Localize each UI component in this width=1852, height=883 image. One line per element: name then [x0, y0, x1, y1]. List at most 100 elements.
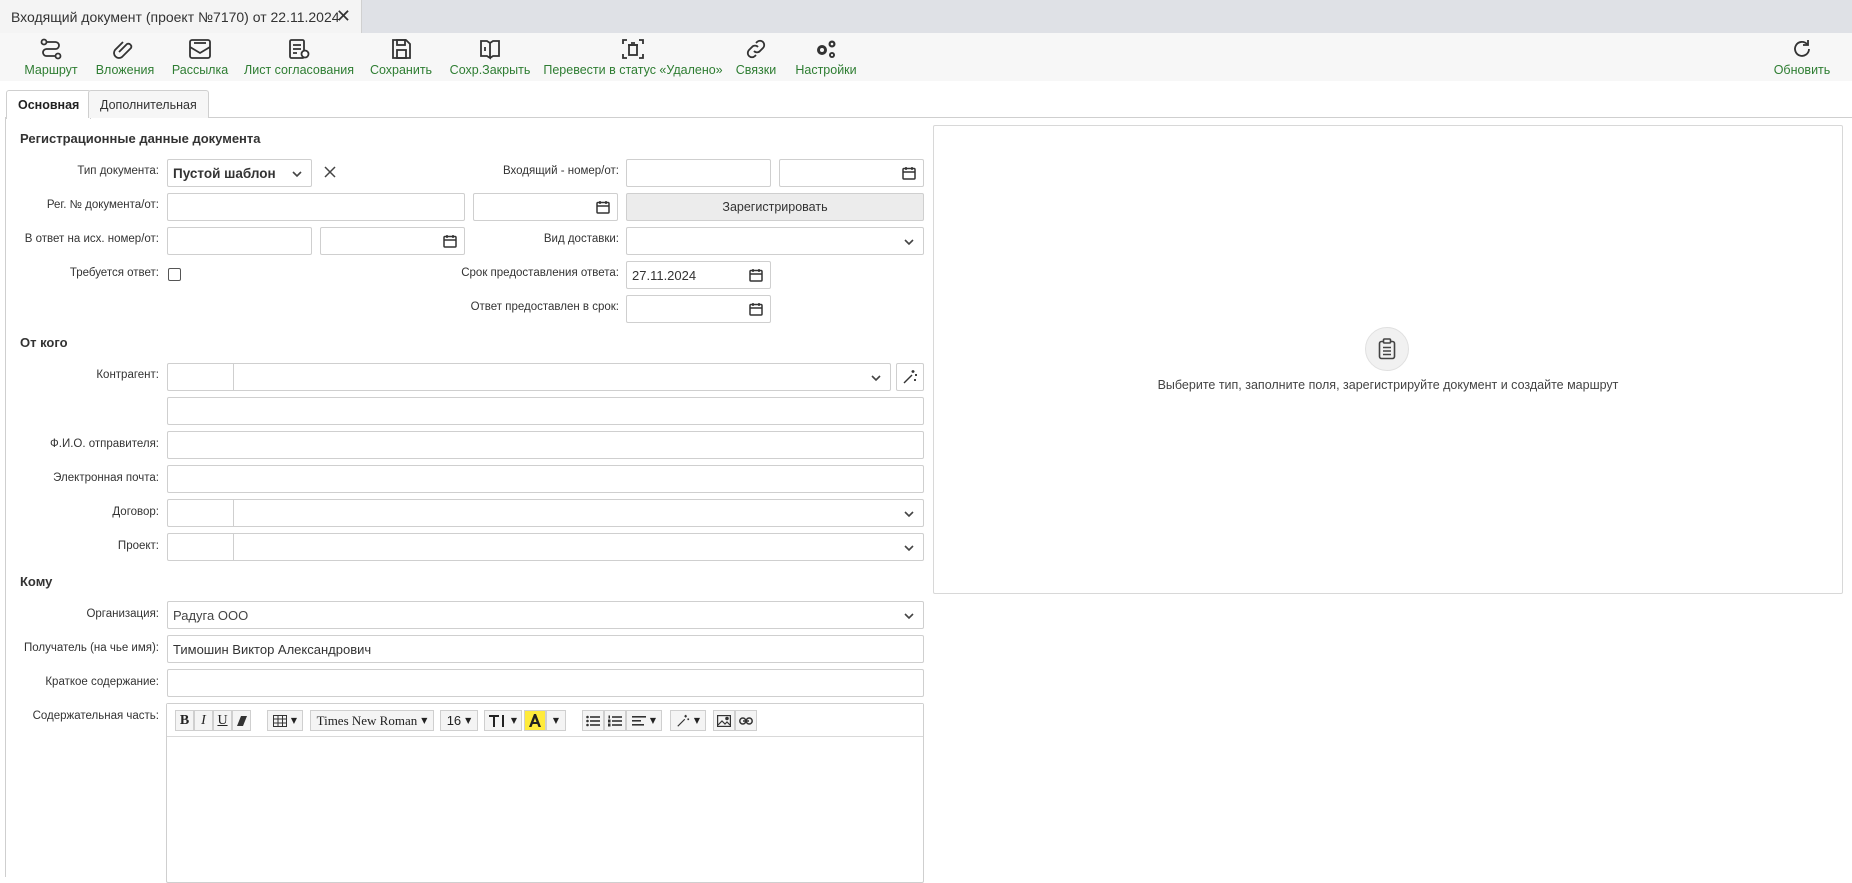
bullet-list-button[interactable] [582, 710, 604, 731]
attachments-label: Вложения [95, 63, 155, 77]
organization-value: Радуга ООО [173, 607, 249, 623]
reply-to-number-input[interactable] [167, 227, 312, 255]
magic-wand-icon [677, 714, 690, 727]
reply-deadline-input[interactable]: 27.11.2024 [626, 261, 771, 289]
dropdown-caret-icon: ▼ [693, 716, 701, 725]
summary-label: Краткое содержание: [45, 676, 159, 688]
counterparty-detail-input[interactable] [167, 397, 924, 425]
project-select[interactable] [167, 533, 924, 561]
dropdown-caret-icon: ▼ [552, 716, 560, 725]
table-button[interactable]: ▼ [267, 710, 303, 731]
incoming-number-input[interactable] [626, 159, 771, 187]
calendar-icon[interactable] [749, 268, 763, 282]
calendar-icon[interactable] [443, 234, 457, 248]
font-size-select[interactable]: 16 ▼ [440, 710, 478, 731]
register-button[interactable]: Зарегистрировать [626, 193, 924, 221]
delivery-label: Вид доставки: [543, 233, 619, 245]
contract-code-divider [233, 500, 234, 526]
save-close-button[interactable]: Сохр.Закрыть [450, 38, 530, 80]
numbered-list-icon [608, 715, 622, 726]
tab-main[interactable]: Основная [6, 90, 92, 119]
mail-icon [189, 39, 211, 59]
reg-date-input[interactable] [473, 193, 618, 221]
email-input[interactable] [167, 465, 924, 493]
insert-link-button[interactable] [735, 710, 757, 731]
font-color-icon [529, 714, 541, 727]
book-open-icon [480, 40, 500, 60]
doc-type-label: Тип документа: [77, 165, 159, 177]
content-label: Содержательная часть: [32, 710, 159, 722]
chevron-down-icon [904, 511, 914, 518]
tab-additional[interactable]: Дополнительная [88, 90, 209, 118]
highlight-button[interactable] [524, 710, 546, 731]
calendar-icon[interactable] [902, 166, 916, 180]
image-icon [717, 714, 731, 727]
chevron-down-icon [292, 171, 302, 178]
clipboard-list-icon [1378, 338, 1396, 360]
content-editor[interactable]: B I U ▼ Times New Roman ▼ 16 ▼ ▼ ▼ ▼ ▼ [166, 703, 924, 883]
mailing-button[interactable]: Рассылка [172, 38, 228, 80]
reply-deadline-value: 27.11.2024 [632, 267, 697, 283]
document-tab-title: Входящий документ (проект №7170) от 22.1… [11, 8, 340, 25]
counterparty-wizard-button[interactable] [896, 363, 924, 391]
chevron-down-icon [871, 375, 881, 382]
clear-doc-type-icon[interactable] [324, 166, 336, 178]
link-icon [739, 716, 753, 725]
contract-select[interactable] [167, 499, 924, 527]
save-label: Сохранить [369, 63, 433, 77]
settings-button[interactable]: Настройки [793, 38, 859, 80]
text-height-button[interactable]: ▼ [484, 710, 522, 731]
route-panel-icon-circle [1365, 327, 1409, 371]
style-wand-select[interactable]: ▼ [670, 710, 706, 731]
registration-section-title: Регистрационные данные документа [20, 131, 261, 146]
summary-input[interactable] [167, 669, 924, 697]
save-button[interactable]: Сохранить [370, 38, 432, 80]
route-button[interactable]: Маршрут [24, 38, 78, 80]
content-left-border [5, 117, 6, 877]
doc-type-select[interactable]: Пустой шаблон [167, 159, 312, 187]
calendar-icon[interactable] [596, 200, 610, 214]
recipient-label: Получатель (на чье имя): [24, 642, 159, 654]
insert-image-button[interactable] [713, 710, 735, 731]
incoming-label: Входящий - номер/от: [502, 165, 619, 177]
reply-to-date-input[interactable] [320, 227, 465, 255]
highlight-dropdown[interactable]: ▼ [546, 710, 566, 731]
organization-select[interactable]: Радуга ООО [167, 601, 924, 629]
align-select[interactable]: ▼ [626, 710, 662, 731]
font-family-select[interactable]: Times New Roman ▼ [310, 710, 434, 731]
reg-number-input[interactable] [167, 193, 465, 221]
approval-sheet-button[interactable]: Лист согласования [244, 38, 354, 80]
refresh-label: Обновить [1773, 63, 1831, 77]
contract-label: Договор: [112, 506, 159, 518]
sender-input[interactable] [167, 431, 924, 459]
incoming-date-input[interactable] [779, 159, 924, 187]
text-height-icon [488, 714, 504, 727]
underline-button[interactable]: U [213, 710, 232, 731]
recipient-input[interactable]: Тимошин Виктор Александрович [167, 635, 924, 663]
counterparty-select[interactable] [167, 363, 891, 391]
attachments-button[interactable]: Вложения [96, 38, 154, 80]
save-close-label: Сохр.Закрыть [449, 63, 531, 77]
mark-deleted-button[interactable]: Перевести в статус «Удалено» [543, 38, 723, 80]
bold-button[interactable]: B [175, 710, 194, 731]
eraser-button[interactable] [232, 710, 251, 731]
dropdown-caret-icon: ▼ [465, 716, 472, 725]
font-family-value: Times New Roman [316, 712, 418, 728]
reply-given-label: Ответ предоставлен в срок: [470, 301, 619, 313]
tab-divider [5, 117, 1852, 118]
organization-label: Организация: [86, 608, 159, 620]
document-tab[interactable]: Входящий документ (проект №7170) от 22.1… [0, 0, 362, 33]
delivery-select[interactable] [626, 227, 924, 255]
reply-given-date-input[interactable] [626, 295, 771, 323]
calendar-icon[interactable] [749, 302, 763, 316]
document-list-icon [289, 39, 310, 59]
numbered-list-button[interactable] [604, 710, 626, 731]
italic-button[interactable]: I [194, 710, 213, 731]
counterparty-label: Контрагент: [96, 369, 159, 381]
reply-required-checkbox[interactable] [168, 268, 181, 281]
close-tab-icon[interactable]: ✕ [336, 7, 351, 25]
links-button[interactable]: Связки [734, 38, 778, 80]
refresh-button[interactable]: Обновить [1772, 38, 1832, 80]
chevron-down-icon [904, 613, 914, 620]
email-label: Электронная почта: [53, 472, 159, 484]
